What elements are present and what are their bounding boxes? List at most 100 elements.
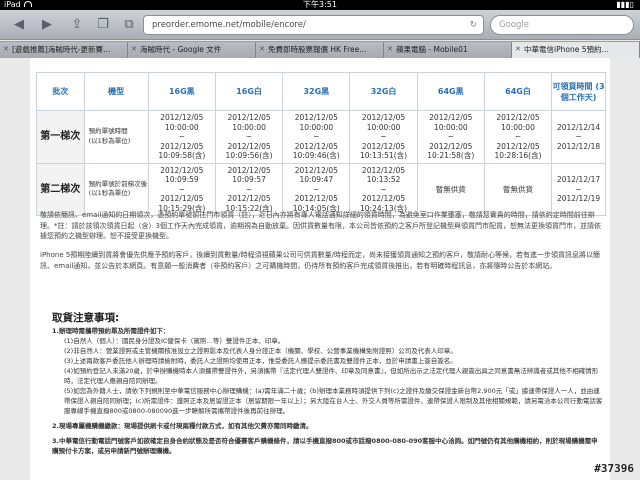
cell-line: 2012/12/05 [294, 113, 338, 122]
period-line: (以1秒為單位) [88, 136, 131, 145]
cell-line: ~ [245, 132, 253, 141]
tab-1[interactable]: ✕ [遊戲推薦]海賊時代-更新賽… [0, 42, 128, 58]
notes-list: 1.辦理時需攜帶預約單及所需證件如下： (1)自然人（個人）：國民身分證及IC健… [52, 326, 604, 461]
note-heading: 1.辦理時需攜帶預約單及所需證件如下： [52, 327, 170, 335]
time-cell: 2012/12/05 10:00:00 ~2012/12/05 10:09:46(含) [282, 110, 351, 164]
cell-line: 2012/12/05 [429, 141, 473, 151]
reload-icon[interactable]: ↻ [470, 16, 477, 34]
close-icon[interactable]: ✕ [259, 42, 265, 57]
column-header: 32G白 [349, 72, 418, 111]
tab-bar: ✕ [遊戲推薦]海賊時代-更新賽… ✕ 海賊時代 - Google 文件 ✕ 免費即時… [0, 41, 640, 58]
tab-label: 蘋果電腦 - Mobile01 [396, 45, 468, 54]
tabs-icon[interactable]: ⧉ [118, 16, 140, 34]
note-line: (3)上述兩款客戶委託他人辦理時請檢附時，委託人之證照均使用正本，惟受委託人應提… [64, 357, 457, 365]
share-icon[interactable]: ⇪ [66, 16, 88, 34]
cell-line: ~ [245, 184, 253, 194]
tab-label: 海賊時代 - Google 文件 [140, 45, 222, 54]
status-bar: iPad 下午3:51 ▮▮▮▯ [0, 0, 640, 10]
cell-line: 10:09:58(含) [158, 151, 206, 160]
cell-line: 10:00:00 [299, 122, 334, 132]
column-header: 64G白 [483, 72, 553, 111]
cell-line: 2012/12/14 [556, 122, 601, 132]
web-content: 批次 機型 16G黑 16G白 32G黑 32G白 64G黑 64G白 可領貨時… [30, 58, 610, 480]
table-row: 第二梯次 預約單號於前梯次後 (以1秒為單位) 2012/12/05 10:09:5… [36, 162, 606, 216]
cell-line: 2012/12/05 [160, 113, 204, 122]
browser-toolbar: ◀ ▶ ⇪ ❐ ⧉ preorder.emome.net/mobile/enco… [0, 10, 640, 40]
table-row: 第一梯次 預約單號時間 (以1秒為單位) 2012/12/05 10:00:00 ~2… [36, 110, 606, 164]
list-item: 2.現場專屬機購機繳款：現場提供刷卡或付現兩種付款方式，如有其他欠費亦需同時繳清… [52, 421, 604, 431]
tab-label: 免費即時股票報價 HK Free… [268, 45, 367, 54]
cell-line: 2012/12/05 [361, 194, 406, 203]
pickup-schedule-table: 批次 機型 16G黑 16G白 32G黑 32G白 64G黑 64G白 可領貨時… [36, 72, 606, 216]
cell-line: 10:13:51(含) [360, 151, 408, 160]
column-header: 16G白 [214, 72, 284, 111]
pickup-notice-paragraph: 敬請依簡訊、email通知的日期領次，憑預約單號前往門市領貨（註），近日內亦將有… [40, 211, 601, 240]
cell-line: ~ [575, 132, 582, 141]
close-icon[interactable]: ✕ [131, 42, 137, 57]
close-icon[interactable]: ✕ [3, 42, 9, 57]
tab-3[interactable]: ✕ 免費即時股票報價 HK Free… [256, 42, 384, 58]
cell-line: 10:09:46(含) [292, 151, 340, 160]
cell-line: 2012/12/05 [227, 141, 271, 151]
column-header: 批次 [36, 72, 85, 111]
book-icon[interactable]: ❐ [92, 16, 114, 34]
cell-line: 2012/12/05 [496, 141, 540, 151]
period-cell: 預約單號時間 (以1秒為單位) [83, 110, 149, 164]
cell-line: 10:09:47 [299, 175, 334, 184]
period-line: 預約單號時間 [88, 127, 128, 136]
close-icon[interactable]: ✕ [387, 42, 393, 57]
cell-line: ~ [380, 184, 387, 194]
tab-label: 中華電信iPhone 5預約… [524, 45, 609, 54]
no-supply-cell: 暫無供貨 [416, 162, 485, 216]
cell-line: ~ [178, 132, 185, 141]
column-header: 16G黑 [147, 72, 216, 111]
period-line: (以1秒為單位) [88, 189, 131, 198]
clock: 下午3:51 [303, 0, 337, 9]
cell-line: ~ [447, 132, 454, 141]
tab-2[interactable]: ✕ 海賊時代 - Google 文件 [128, 42, 256, 58]
batch-cell: 第一梯次 [36, 110, 85, 164]
time-cell: 2012/12/05 10:09:57 ~2012/12/05 10:15:22(含) [214, 162, 284, 216]
cell-line: ~ [380, 132, 387, 141]
cell-line: ~ [313, 184, 320, 194]
cell-line: ~ [313, 132, 320, 141]
column-header: 可領貨時間 (3個工作天) [551, 72, 606, 111]
cell-line: 2012/12/05 [496, 113, 540, 122]
cell-line: 暫無供貨 [435, 184, 466, 194]
note-heading: 2.現場專屬機購機繳款：現場提供刷卡或付現兩種付款方式，如有其他欠費亦需同時繳清… [52, 422, 313, 430]
search-input[interactable]: Google [490, 15, 634, 35]
list-item: 1.辦理時需攜帶預約單及所需證件如下： (1)自然人（個人）：國民身分證及IC健… [52, 326, 604, 416]
cell-line: 2012/12/05 [429, 113, 473, 122]
cell-line: 2012/12/05 [160, 165, 204, 175]
time-cell: 2012/12/05 10:00:00 ~2012/12/05 10:13:51(含) [349, 110, 418, 164]
url-text: preorder.emome.net/mobile/encore/ [152, 20, 306, 30]
cell-line: 暫無供貨 [503, 184, 533, 194]
cell-line: 10:28:16(含) [494, 151, 542, 160]
supply-notice-paragraph: iPhone 5預期陸續到貨將會優先供應予預約客戶，後續到貨數量/時程須視蘋果公… [40, 251, 601, 270]
cell-line: 2012/12/17 [556, 175, 601, 184]
battery-icon: ▮▮▮▯ [616, 0, 634, 9]
batch-cell: 第二梯次 [36, 162, 85, 216]
chevron-right-icon[interactable]: ▶ [36, 16, 58, 34]
cell-line: 10:09:59 [164, 175, 199, 184]
tab-5-active[interactable]: ✕ 中華電信iPhone 5預約… [512, 42, 640, 58]
period-cell: 預約單號於前梯次後 (以1秒為單位) [83, 162, 149, 216]
cell-line: 2012/12/05 [294, 141, 338, 151]
cell-line: ~ [575, 184, 582, 194]
cell-line: 2012/12/05 [294, 165, 338, 175]
note-line: (1)自然人（個人）：國民身分證及IC健保卡（駕照…等）雙證件正本、印章。 [64, 337, 285, 345]
cell-line: 10:00:00 [164, 122, 199, 132]
time-cell: 2012/12/05 10:09:47 ~2012/12/05 10:14:05(含) [282, 162, 351, 216]
time-cell: 2012/12/05 10:09:59 ~2012/12/05 10:15:29(含) [147, 162, 216, 216]
close-icon[interactable]: ✕ [515, 42, 521, 57]
watermark: #37396 [594, 462, 634, 475]
cell-line: 2012/12/05 [227, 113, 271, 122]
tab-4[interactable]: ✕ 蘋果電腦 - Mobile01 [384, 42, 512, 58]
chevron-left-icon[interactable]: ◀ [8, 16, 30, 34]
cell-line: 2012/12/05 [294, 194, 338, 203]
time-cell: 2012/12/05 10:13:52 ~2012/12/05 10:24:13(含) [349, 162, 418, 216]
cell-line: 2012/12/05 [160, 194, 204, 203]
pickup-date-cell: 2012/12/14 ~2012/12/18 [551, 110, 606, 164]
cell-line: 2012/12/05 [227, 165, 271, 175]
address-bar[interactable]: preorder.emome.net/mobile/encore/ ↻ [143, 15, 484, 35]
